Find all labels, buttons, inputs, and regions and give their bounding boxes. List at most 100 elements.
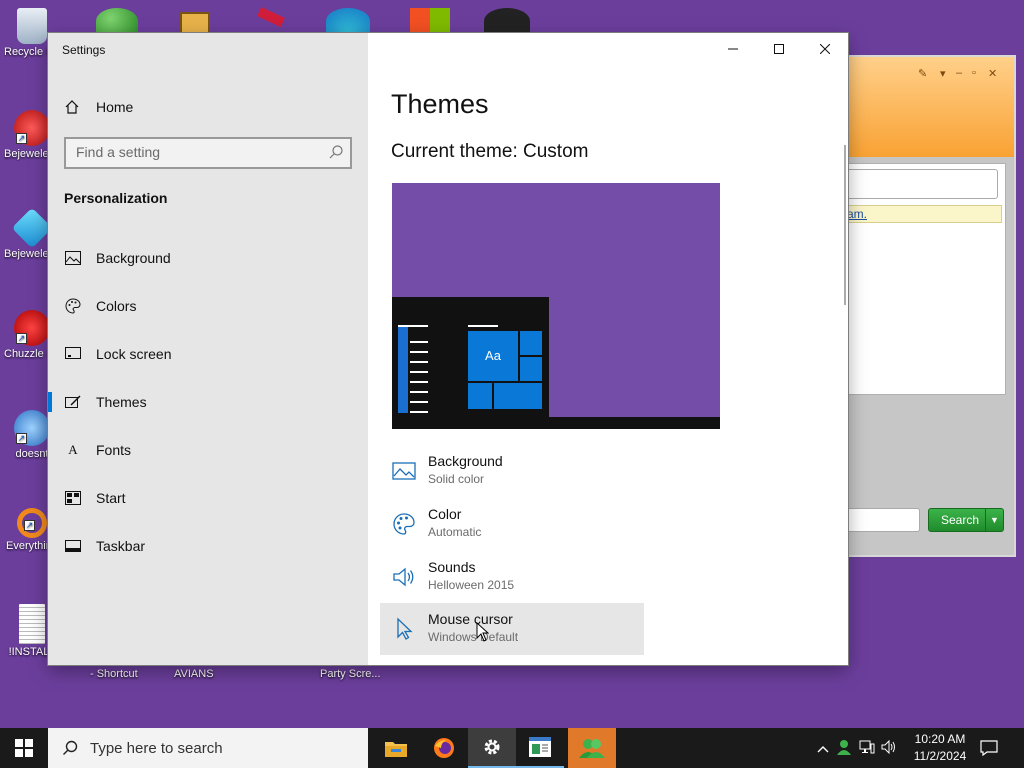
current-theme-label: Current theme: Custom <box>391 141 589 162</box>
nav-item-fonts[interactable]: A Fonts <box>48 430 368 470</box>
file-explorer-icon <box>385 742 407 757</box>
maximize-small-icon[interactable]: ▫ <box>972 67 976 79</box>
taskbar-firefox[interactable] <box>420 728 468 768</box>
theme-option-background[interactable]: Background Solid color <box>380 445 644 497</box>
back-window-input[interactable] <box>842 169 998 199</box>
palette-icon <box>64 297 82 315</box>
desktop-label-party-screen[interactable]: Party Scre... <box>320 668 381 680</box>
minimize-icon <box>728 48 738 50</box>
theme-option-color[interactable]: Color Automatic <box>380 498 644 550</box>
dark-app-icon[interactable] <box>484 8 530 34</box>
main-scrollbar[interactable] <box>844 145 846 305</box>
tray-icons <box>814 728 900 768</box>
red-app-icon[interactable] <box>257 6 285 28</box>
folder-app-icon[interactable] <box>180 12 210 34</box>
back-window-header: ✎ ▾ – ▫ ✕ <box>842 57 1014 157</box>
taskbar-search-box[interactable]: Type here to search <box>48 728 368 768</box>
start-button[interactable] <box>0 728 48 768</box>
desktop-label-shortcut[interactable]: - Shortcut <box>90 668 138 680</box>
globe-shortcut-icon: ↗ <box>14 410 50 446</box>
taskbar-notepad[interactable] <box>516 728 564 768</box>
action-center-button[interactable] <box>980 728 1004 768</box>
settings-nav-pane: Settings Home Find a setting Personaliza… <box>48 33 368 665</box>
fonts-icon: A <box>68 442 78 457</box>
clock-time: 10:20 AM <box>914 732 966 746</box>
preview-tile: Aa <box>468 331 518 381</box>
theme-option-mouse-cursor[interactable]: Mouse cursor Windows Default <box>380 603 644 655</box>
nav-home[interactable]: Home <box>64 95 133 119</box>
everything-search-icon: ↗ <box>17 508 47 538</box>
section-title: Personalization <box>64 190 168 206</box>
nav-item-colors[interactable]: Colors <box>48 286 368 326</box>
speaker-icon <box>393 567 414 587</box>
people-icon[interactable] <box>96 8 138 34</box>
taskbar-file-explorer[interactable] <box>372 728 420 768</box>
text-file-icon <box>19 604 45 644</box>
bejeweled-2-icon: ↗ <box>14 110 50 146</box>
active-indicator <box>48 392 52 412</box>
window-controls <box>710 33 848 65</box>
notification-icon <box>980 740 998 756</box>
settings-gear-icon <box>484 739 500 755</box>
themes-icon <box>64 393 82 411</box>
chevron-down-icon[interactable]: ▼ <box>985 509 1003 531</box>
maximize-icon <box>774 44 784 54</box>
window-title: Settings <box>62 43 106 57</box>
clock-date: 11/2/2024 <box>913 749 967 763</box>
start-icon <box>64 489 82 507</box>
minimize-button[interactable] <box>710 33 756 65</box>
nav-item-themes[interactable]: Themes <box>48 382 368 422</box>
mouse-pointer-icon <box>476 622 490 642</box>
windows-app-icon[interactable] <box>410 8 450 34</box>
firefox-icon <box>434 738 454 758</box>
windows-logo-icon <box>15 739 33 757</box>
recycle-bin-icon <box>17 8 47 44</box>
close-small-icon[interactable]: ✕ <box>988 67 997 80</box>
preview-taskbar <box>392 417 720 429</box>
search-icon <box>63 740 78 755</box>
picture-icon <box>392 462 416 480</box>
maximize-button[interactable] <box>756 33 802 65</box>
edge-icon[interactable] <box>326 8 370 34</box>
nav-item-background[interactable]: Background <box>48 238 368 278</box>
desktop-label-avians[interactable]: AVIANS <box>174 668 214 680</box>
settings-window[interactable]: Settings Home Find a setting Personaliza… <box>48 33 848 665</box>
search-icon <box>329 145 343 159</box>
preview-start-menu: Aa <box>392 297 549 429</box>
theme-preview: Aa <box>392 183 720 429</box>
taskbar: Type here to search 10:20 AM 11/2/2024 <box>0 728 1024 768</box>
page-title: Themes <box>391 89 489 119</box>
cursor-icon <box>397 617 413 640</box>
network-icon[interactable] <box>856 740 878 757</box>
back-window-link[interactable]: am. <box>842 205 1002 223</box>
volume-icon[interactable] <box>878 739 900 757</box>
nav-item-start[interactable]: Start <box>48 478 368 518</box>
taskbar-people-app[interactable] <box>568 728 616 768</box>
picture-icon <box>64 249 82 267</box>
people-tray-icon[interactable] <box>832 739 856 758</box>
settings-main-pane: Themes Current theme: Custom Aa Backgrou… <box>368 33 848 665</box>
home-icon <box>65 100 79 114</box>
back-window-search-button[interactable]: Search ▼ <box>928 508 1004 532</box>
find-setting-input[interactable]: Find a setting <box>64 137 352 169</box>
lock-screen-icon <box>64 345 82 363</box>
show-hidden-icons-chevron-icon[interactable] <box>814 741 832 756</box>
minimize-small-icon[interactable]: – <box>956 67 962 79</box>
paint-icon[interactable]: ✎ <box>918 67 927 80</box>
close-icon <box>820 44 830 54</box>
people-app-icon <box>579 739 605 758</box>
chuzzle-icon: ↗ <box>14 310 50 346</box>
theme-option-sounds[interactable]: Sounds Helloween 2015 <box>380 551 644 603</box>
taskbar-icon <box>64 537 82 555</box>
nav-item-taskbar[interactable]: Taskbar <box>48 526 368 566</box>
back-window-search-input[interactable] <box>842 508 920 532</box>
dropdown-icon[interactable]: ▾ <box>940 67 946 80</box>
palette-icon <box>393 513 415 535</box>
background-app-window[interactable]: ✎ ▾ – ▫ ✕ am. Search ▼ <box>840 55 1016 557</box>
bejeweled-icon <box>11 207 53 249</box>
close-button[interactable] <box>802 33 848 65</box>
taskbar-clock[interactable]: 10:20 AM 11/2/2024 <box>904 731 976 765</box>
notepad-icon <box>529 737 551 757</box>
nav-item-lock-screen[interactable]: Lock screen <box>48 334 368 374</box>
taskbar-settings[interactable] <box>468 728 516 768</box>
